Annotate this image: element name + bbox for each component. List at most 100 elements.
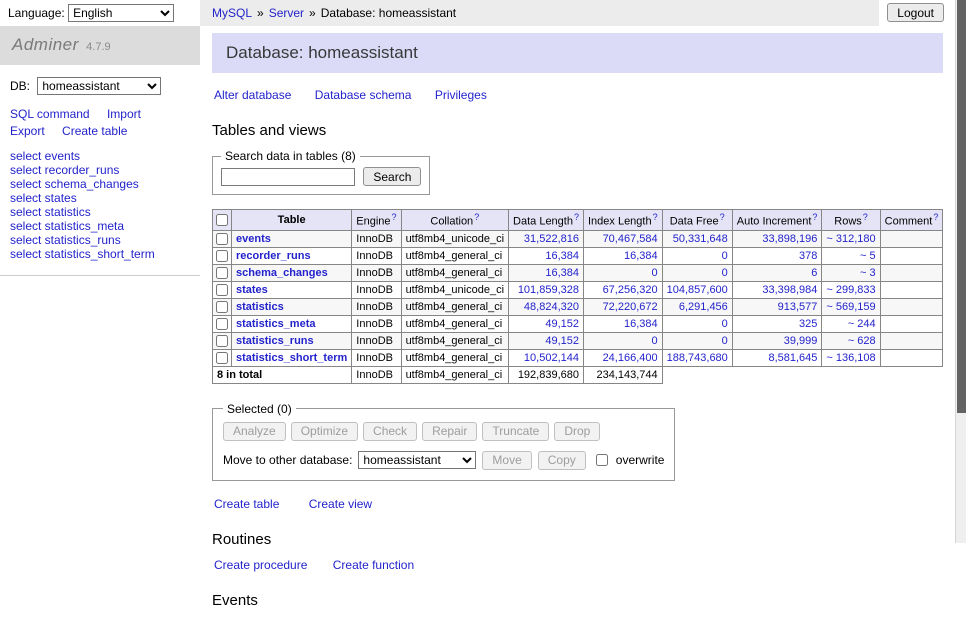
index-length-link[interactable]: 0 — [652, 267, 658, 279]
table-link-events[interactable]: events — [236, 233, 271, 245]
search-input[interactable] — [221, 168, 355, 186]
db-select[interactable]: homeassistant — [37, 77, 161, 95]
rows-link[interactable]: ~ 312,180 — [826, 233, 875, 245]
data-length-link[interactable]: 49,152 — [545, 335, 579, 347]
row-checkbox-recorder_runs[interactable] — [216, 250, 228, 262]
breadcrumb-link-mysql[interactable]: MySQL — [212, 6, 252, 20]
table-link-states[interactable]: states — [236, 284, 268, 296]
sidebar-table-link-select-states[interactable]: select states — [10, 192, 190, 205]
index-length-link[interactable]: 72,220,672 — [603, 301, 658, 313]
data-length-link[interactable]: 10,502,144 — [524, 352, 579, 364]
rows-link[interactable]: ~ 244 — [848, 318, 876, 330]
row-checkbox-statistics_runs[interactable] — [216, 335, 228, 347]
auto-increment-link[interactable]: 913,577 — [778, 301, 818, 313]
index-length-link[interactable]: 70,467,584 — [603, 233, 658, 245]
data-free-link[interactable]: 0 — [722, 335, 728, 347]
search-button[interactable]: Search — [363, 167, 421, 186]
row-checkbox-schema_changes[interactable] — [216, 267, 228, 279]
alter-database-link[interactable]: Alter database — [214, 88, 291, 102]
check-button[interactable]: Check — [363, 422, 417, 441]
rows-link[interactable]: ~ 628 — [848, 335, 876, 347]
rows-link[interactable]: ~ 136,108 — [826, 352, 875, 364]
data-length-link[interactable]: 31,522,816 — [524, 233, 579, 245]
table-link-statistics_runs[interactable]: statistics_runs — [236, 335, 314, 347]
create-table-link[interactable]: Create table — [214, 497, 279, 511]
auto-increment-link[interactable]: 8,581,645 — [768, 352, 817, 364]
data-free-link[interactable]: 50,331,648 — [673, 233, 728, 245]
table-link-statistics_meta[interactable]: statistics_meta — [236, 318, 316, 330]
help-icon[interactable]: ? — [653, 212, 658, 222]
help-icon[interactable]: ? — [392, 212, 397, 222]
table-link-recorder_runs[interactable]: recorder_runs — [236, 250, 311, 262]
index-length-link[interactable]: 16,384 — [624, 250, 658, 262]
sidebar-table-link-select-events[interactable]: select events — [10, 150, 190, 163]
help-icon[interactable]: ? — [812, 212, 817, 222]
index-length-link[interactable]: 24,166,400 — [603, 352, 658, 364]
help-icon[interactable]: ? — [933, 212, 938, 222]
create-procedure-link[interactable]: Create procedure — [214, 558, 307, 572]
data-free-link[interactable]: 0 — [722, 267, 728, 279]
rows-link[interactable]: ~ 569,159 — [826, 301, 875, 313]
sidebar-table-link-select-schema_changes[interactable]: select schema_changes — [10, 178, 190, 191]
help-icon[interactable]: ? — [574, 212, 579, 222]
sidebar-table-link-select-statistics[interactable]: select statistics — [10, 206, 190, 219]
table-link-statistics_short_term[interactable]: statistics_short_term — [236, 352, 347, 364]
sidebar-link-sql-command[interactable]: SQL command — [10, 107, 90, 121]
drop-button[interactable]: Drop — [554, 422, 600, 441]
truncate-button[interactable]: Truncate — [482, 422, 549, 441]
index-length-link[interactable]: 16,384 — [624, 318, 658, 330]
rows-link[interactable]: ~ 299,833 — [826, 284, 875, 296]
data-length-link[interactable]: 101,859,328 — [518, 284, 579, 296]
sidebar-table-link-select-statistics_short_term[interactable]: select statistics_short_term — [10, 248, 190, 261]
data-length-link[interactable]: 49,152 — [545, 318, 579, 330]
database-schema-link[interactable]: Database schema — [315, 88, 412, 102]
sidebar-link-import[interactable]: Import — [107, 107, 141, 121]
scrollbar-thumb[interactable] — [957, 0, 966, 413]
help-icon[interactable]: ? — [720, 212, 725, 222]
sidebar-table-link-select-statistics_meta[interactable]: select statistics_meta — [10, 220, 190, 233]
privileges-link[interactable]: Privileges — [435, 88, 487, 102]
table-link-schema_changes[interactable]: schema_changes — [236, 267, 328, 279]
data-free-link[interactable]: 0 — [722, 318, 728, 330]
move-db-select[interactable]: homeassistant — [358, 451, 476, 469]
data-free-link[interactable]: 0 — [722, 250, 728, 262]
row-checkbox-states[interactable] — [216, 284, 228, 296]
sidebar-link-export[interactable]: Export — [10, 124, 45, 138]
vertical-scrollbar[interactable] — [955, 0, 966, 543]
move-button[interactable]: Move — [482, 451, 531, 470]
help-icon[interactable]: ? — [863, 212, 868, 222]
repair-button[interactable]: Repair — [422, 422, 477, 441]
data-free-link[interactable]: 6,291,456 — [679, 301, 728, 313]
index-length-link[interactable]: 0 — [652, 335, 658, 347]
data-length-link[interactable]: 16,384 — [545, 267, 579, 279]
data-free-link[interactable]: 104,857,600 — [667, 284, 728, 296]
sidebar-table-link-select-recorder_runs[interactable]: select recorder_runs — [10, 164, 190, 177]
sidebar-link-create-table[interactable]: Create table — [62, 124, 127, 138]
copy-button[interactable]: Copy — [538, 451, 586, 470]
rows-link[interactable]: ~ 3 — [860, 267, 876, 279]
overwrite-checkbox[interactable] — [596, 454, 608, 466]
data-length-link[interactable]: 48,824,320 — [524, 301, 579, 313]
analyze-button[interactable]: Analyze — [223, 422, 286, 441]
create-function-link[interactable]: Create function — [333, 558, 414, 572]
auto-increment-link[interactable]: 33,398,984 — [762, 284, 817, 296]
row-checkbox-events[interactable] — [216, 233, 228, 245]
auto-increment-link[interactable]: 33,898,196 — [762, 233, 817, 245]
optimize-button[interactable]: Optimize — [291, 422, 358, 441]
create-view-link[interactable]: Create view — [309, 497, 372, 511]
select-all-checkbox[interactable] — [216, 214, 228, 226]
language-select[interactable]: English — [68, 4, 174, 22]
auto-increment-link[interactable]: 325 — [799, 318, 817, 330]
row-checkbox-statistics_short_term[interactable] — [216, 352, 228, 364]
index-length-link[interactable]: 67,256,320 — [603, 284, 658, 296]
row-checkbox-statistics_meta[interactable] — [216, 318, 228, 330]
auto-increment-link[interactable]: 39,999 — [784, 335, 818, 347]
help-icon[interactable]: ? — [474, 212, 479, 222]
data-length-link[interactable]: 16,384 — [545, 250, 579, 262]
data-free-link[interactable]: 188,743,680 — [667, 352, 728, 364]
auto-increment-link[interactable]: 6 — [811, 267, 817, 279]
rows-link[interactable]: ~ 5 — [860, 250, 876, 262]
breadcrumb-link-server[interactable]: Server — [269, 6, 304, 20]
row-checkbox-statistics[interactable] — [216, 301, 228, 313]
sidebar-table-link-select-statistics_runs[interactable]: select statistics_runs — [10, 234, 190, 247]
